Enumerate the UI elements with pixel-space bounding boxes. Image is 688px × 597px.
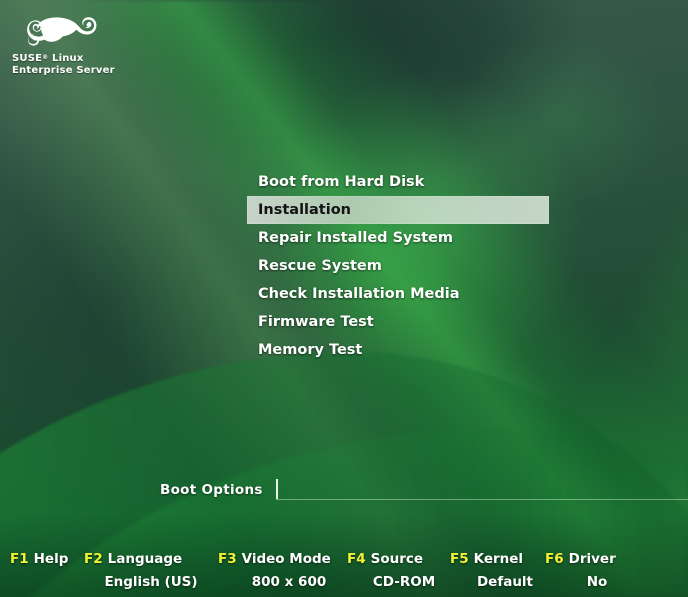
- fkey-f2-value: English (US): [104, 574, 198, 590]
- boot-options-underline: [275, 499, 688, 500]
- fkey-f1-help[interactable]: F1 Help: [10, 548, 80, 570]
- fkey-f5-kernel[interactable]: F5 Kernel Default: [450, 548, 546, 594]
- fkey-f3-value: 800 x 600: [251, 574, 327, 590]
- boot-options-label: Boot Options: [160, 482, 263, 498]
- boot-menu[interactable]: Boot from Hard Disk Installation Repair …: [247, 168, 549, 364]
- fkey-f4-name: Source: [370, 551, 424, 567]
- suse-chameleon-logo-icon: [16, 8, 98, 48]
- fkey-f2-row: F2 Language: [84, 548, 204, 570]
- fkey-f6-row: F6 Driver: [545, 548, 635, 570]
- fkey-f2-name: Language: [107, 551, 183, 567]
- menu-item-installation[interactable]: Installation: [247, 196, 549, 224]
- fkey-f3-video-mode[interactable]: F3 Video Mode 800 x 600: [218, 548, 346, 594]
- boot-screen: SUSE® Linux Enterprise Server Boot from …: [0, 0, 688, 597]
- boot-options-input[interactable]: [277, 479, 682, 501]
- brand-text: SUSE® Linux Enterprise Server: [12, 52, 212, 77]
- fkey-f3-row: F3 Video Mode: [218, 548, 346, 570]
- fkey-f6-name: Driver: [568, 551, 616, 567]
- fkey-f6-value: No: [586, 574, 608, 590]
- function-key-bar: F1 Help F2 Language English (US) F3 Video M…: [0, 548, 688, 597]
- fkey-f4-row: F4 Source: [347, 548, 447, 570]
- fkey-f3-key: F3: [218, 551, 237, 567]
- fkey-f2-key: F2: [84, 551, 103, 567]
- fkey-f1-key: F1: [10, 551, 29, 567]
- fkey-f5-key: F5: [450, 551, 469, 567]
- menu-item-repair-installed-system[interactable]: Repair Installed System: [247, 224, 549, 252]
- menu-item-check-installation-media[interactable]: Check Installation Media: [247, 280, 549, 308]
- fkey-f4-value: CD-ROM: [372, 574, 436, 590]
- fkey-f1-row: F1 Help: [10, 548, 80, 570]
- fkey-f4-key: F4: [347, 551, 366, 567]
- brand-suse: SUSE: [12, 53, 43, 64]
- brand-line-2: Enterprise Server: [12, 65, 115, 76]
- boot-options-row: Boot Options: [160, 477, 688, 503]
- fkey-f5-row: F5 Kernel: [450, 548, 546, 570]
- fkey-f6-key: F6: [545, 551, 564, 567]
- menu-item-firmware-test[interactable]: Firmware Test: [247, 308, 549, 336]
- boot-options-field[interactable]: [275, 479, 688, 501]
- brand-block: SUSE® Linux Enterprise Server: [12, 8, 212, 77]
- fkey-f4-source[interactable]: F4 Source CD-ROM: [347, 548, 447, 594]
- menu-item-boot-from-hard-disk[interactable]: Boot from Hard Disk: [247, 168, 549, 196]
- fkey-f1-name: Help: [33, 551, 69, 567]
- fkey-f5-name: Kernel: [473, 551, 524, 567]
- brand-line-1: SUSE® Linux: [12, 52, 212, 65]
- menu-item-memory-test[interactable]: Memory Test: [247, 336, 549, 364]
- menu-item-rescue-system[interactable]: Rescue System: [247, 252, 549, 280]
- fkey-f3-name: Video Mode: [241, 551, 331, 567]
- fkey-f6-driver[interactable]: F6 Driver No: [545, 548, 635, 594]
- fkey-f2-language[interactable]: F2 Language English (US): [84, 548, 204, 594]
- brand-linux: Linux: [48, 53, 84, 64]
- fkey-f5-value: Default: [476, 574, 534, 590]
